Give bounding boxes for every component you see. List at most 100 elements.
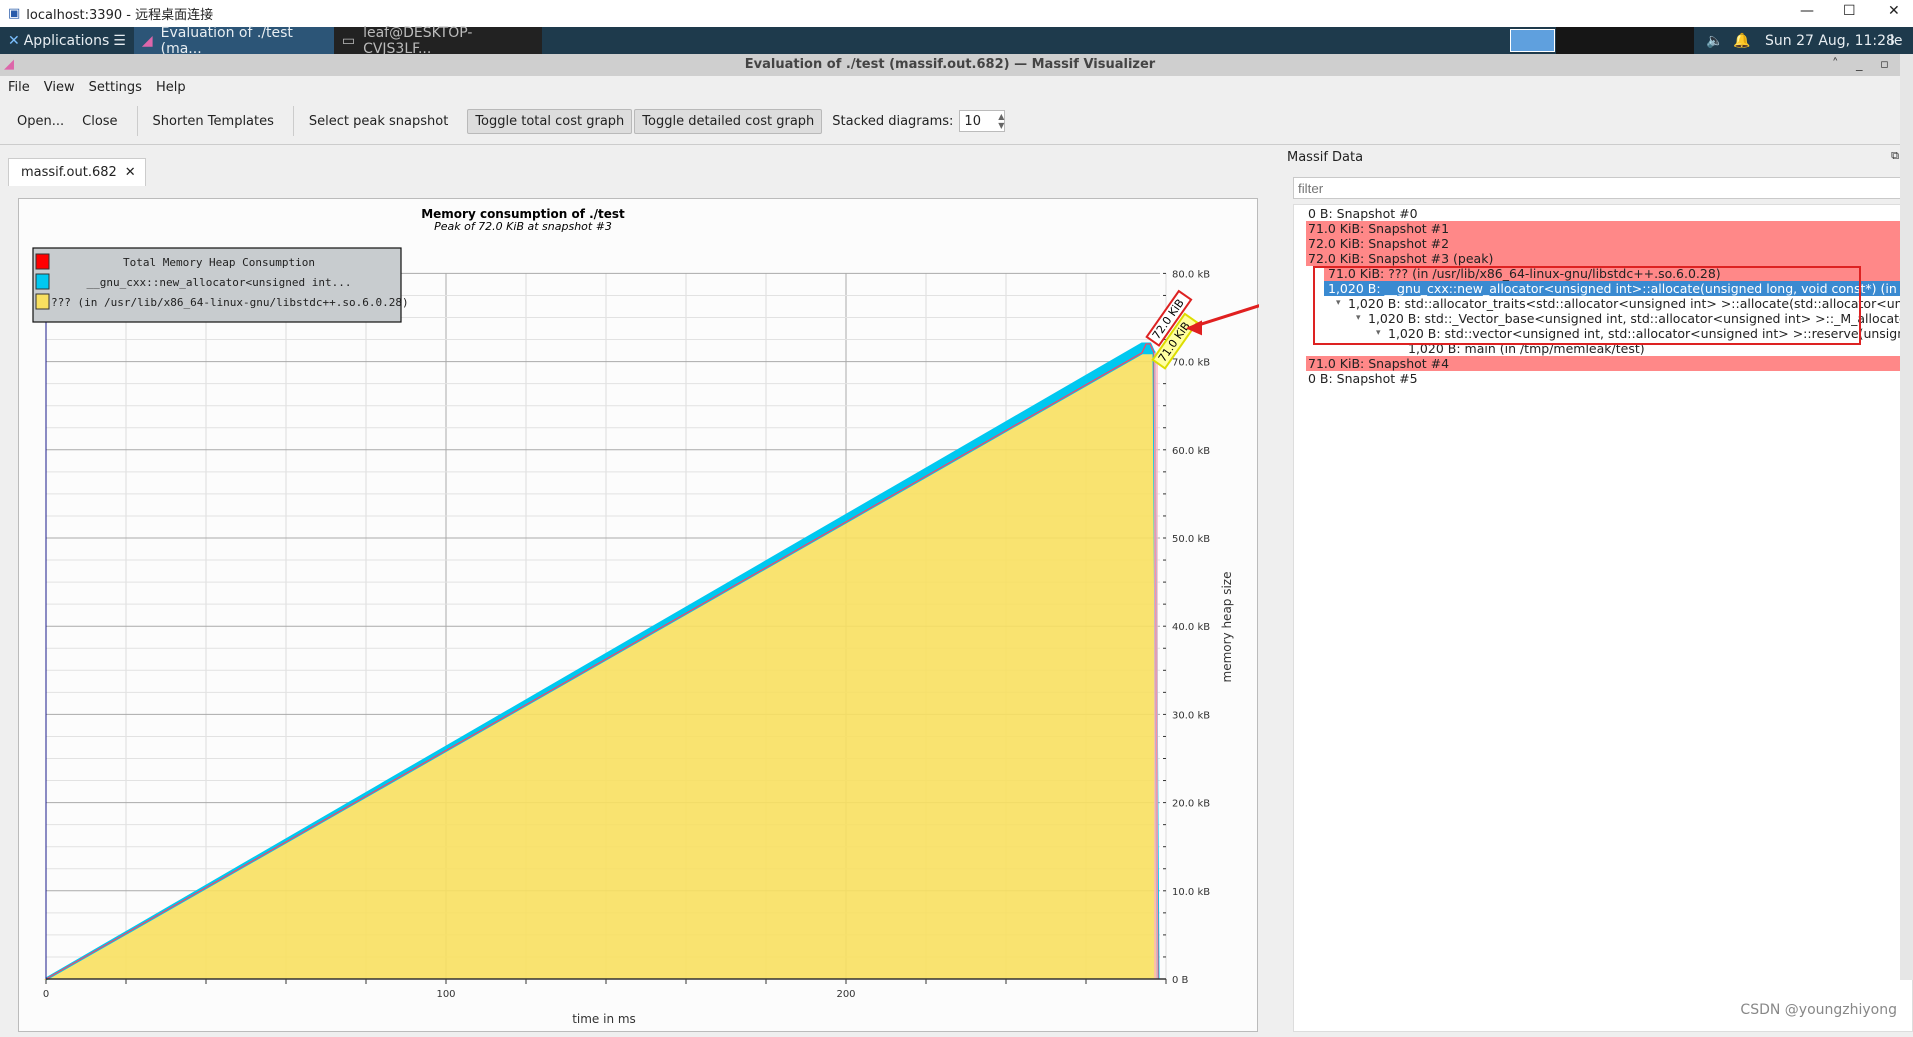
menu-help[interactable]: Help [156,80,186,95]
clock[interactable]: Sun 27 Aug, 11:28 [1765,33,1895,49]
tree-row[interactable]: ▾ 1,020 B: std::allocator_traits<std::all… [1294,296,1907,311]
y-tick-label: 50.0 kB [1172,534,1210,545]
y-tick-label: 20.0 kB [1172,799,1210,810]
panel-title: Massif Data [1287,150,1364,165]
tree-row-label: 0 B: Snapshot #5 [1308,371,1418,386]
massif-icon: ◢ [141,32,153,49]
legend-swatch [35,253,50,270]
toggle-total-button[interactable]: Toggle total cost graph [467,108,633,134]
maximize-icon[interactable]: ☐ [1843,3,1856,19]
volume-muted-icon[interactable]: 🔈 [1706,33,1723,49]
legend-label: __gnu_cxx::new_allocator<unsigned int... [87,276,352,289]
tree-row[interactable]: 71.0 KiB: Snapshot #4 [1306,356,1907,371]
y-tick-label: 60.0 kB [1172,446,1210,457]
applications-menu[interactable]: ✕ Applications ☰ [0,27,134,54]
user-label[interactable]: le [1890,33,1903,49]
chart-subtitle: Peak of 72.0 KiB at snapshot #3 [434,220,612,233]
collapse-icon[interactable]: ▾ [1376,326,1381,341]
y-tick-label: 40.0 kB [1172,622,1210,633]
task-terminal[interactable]: ▭ leaf@DESKTOP-CVJS3LF... [333,25,542,57]
tree-row[interactable]: 0 B: Snapshot #0 [1294,206,1907,221]
tree-row[interactable]: 0 B: Snapshot #5 [1294,371,1907,386]
tree-row-label: 1,020 B: std::allocator_traits<std::allo… [1348,296,1907,311]
scrollbar[interactable] [1900,54,1913,980]
tree-row[interactable]: 1,020 B: main (in /tmp/memleak/test) [1294,341,1907,356]
shorten-templates-button[interactable]: Shorten Templates [146,110,281,133]
tree-row[interactable]: 71.0 KiB: Snapshot #1 [1306,221,1907,236]
close-icon[interactable]: ✕ [1888,3,1900,19]
tree-row[interactable]: ▾1,020 B: __gnu_cxx::new_allocator<unsig… [1324,281,1907,296]
workspace-switcher[interactable] [1556,27,1694,54]
legend-label: Total Memory Heap Consumption [123,256,315,269]
tab-massif-out[interactable]: massif.out.682 ✕ [8,158,146,186]
tree-row-label: 71.0 KiB: ??? (in /usr/lib/x86_64-linux-… [1328,266,1721,281]
terminal-icon: ▭ [341,32,356,49]
legend: Total Memory Heap Consumption__gnu_cxx::… [32,247,409,323]
toggle-detailed-button[interactable]: Toggle detailed cost graph [634,108,823,134]
tree-row[interactable]: 72.0 KiB: Snapshot #2 [1306,236,1907,251]
app-titlebar: ◢ Evaluation of ./test (massif.out.682) … [0,54,1900,76]
tree-row[interactable]: ▾ 1,020 B: std::_Vector_base<unsigned int… [1294,311,1907,326]
menubar: File View Settings Help [0,76,1900,98]
stacked-diagrams-spinbox[interactable]: 10 ▲ ▼ [959,110,1006,132]
collapse-icon[interactable]: ▾ [1356,311,1361,326]
menu-settings[interactable]: Settings [89,80,142,95]
tree-row-label: 71.0 KiB: Snapshot #4 [1308,356,1450,371]
tree-row[interactable]: ▾ 1,020 B: std::vector<unsigned int, std:… [1294,326,1907,341]
collapse-icon[interactable]: ▾ [1336,296,1341,311]
stacked-label: Stacked diagrams: [832,113,954,129]
rdp-title: localhost:3390 - 远程桌面连接 [26,8,214,23]
memory-chart[interactable]: 0 100 200 0 B 10.0 kB 20.0 kB 30.0 kB 40.0 kB 50… [19,199,1297,1033]
float-panel-icon[interactable]: ⧉ [1891,149,1899,163]
maximize-window-icon[interactable]: ▫ [1880,54,1889,76]
app-icon: ◢ [4,57,14,72]
bell-icon[interactable]: 🔔 [1733,33,1750,49]
tree-row-label: 1,020 B: std::vector<unsigned int, std::… [1388,326,1907,341]
chart-title: Memory consumption of ./test [421,207,625,221]
close-tab-icon[interactable]: ✕ [125,165,136,180]
tree-row-label: 1,020 B: std::_Vector_base<unsigned int,… [1368,311,1907,326]
legend-swatch [35,293,50,310]
toolbar: Open... Close Shorten Templates Select p… [0,98,1900,145]
x-tick-label: 200 [836,989,855,1000]
y-tick-label: 70.0 kB [1172,358,1210,369]
y-tick-label: 10.0 kB [1172,887,1210,898]
tree-row-label: 72.0 KiB: Snapshot #3 (peak) [1308,251,1494,266]
tree-row-label: 0 B: Snapshot #0 [1308,206,1418,221]
area-total-tail [1154,352,1158,979]
rdp-titlebar: ▣ localhost:3390 - 远程桌面连接 — ☐ ✕ [0,0,1913,27]
filter-input[interactable] [1293,177,1906,199]
select-peak-button[interactable]: Select peak snapshot [302,110,455,133]
x-axis-label: time in ms [572,1012,636,1026]
minimize-window-icon[interactable]: _ [1856,54,1863,76]
separator [292,106,294,136]
spin-arrows-icon[interactable]: ▲ ▼ [998,112,1004,130]
tree-row-label: 1,020 B: __gnu_cxx::new_allocator<unsign… [1328,281,1907,296]
y-tick-label: 0 B [1172,975,1189,986]
y-tick-label: 80.0 kB [1172,269,1210,280]
tree-row[interactable]: ▾72.0 KiB: Snapshot #3 (peak) [1306,251,1907,266]
y-axis-label: memory heap size [1220,572,1234,683]
snapshot-tree: 0 B: Snapshot #0 71.0 KiB: Snapshot #1 72.… [1293,204,1913,1032]
rdp-icon: ▣ [8,6,21,21]
close-button[interactable]: Close [75,110,124,133]
tree-row-label: 72.0 KiB: Snapshot #2 [1308,236,1450,251]
separator [136,106,138,136]
minimize-icon[interactable]: — [1800,3,1814,19]
legend-swatch [35,273,50,290]
x-tick-label: 100 [436,989,455,1000]
massif-data-panel: Massif Data ⧉ 0 B: Snapshot #071.0 KiB: … [1287,145,1913,1032]
tree-row-label: 1,020 B: main (in /tmp/memleak/test) [1408,341,1645,356]
shade-icon[interactable]: ˄ [1832,54,1839,76]
open-button[interactable]: Open... [10,110,71,133]
workspace-1[interactable] [1510,29,1555,52]
watermark: CSDN @youngzhiyong [1740,1002,1897,1018]
task-massif[interactable]: ◢ Evaluation of ./test (ma... [133,25,334,57]
x-tick-label: 0 [43,989,49,1000]
menu-view[interactable]: View [44,80,75,95]
legend-label: ??? (in /usr/lib/x86_64-linux-gnu/libstd… [51,296,409,309]
tree-row-label: 71.0 KiB: Snapshot #1 [1308,221,1450,236]
tree-row[interactable]: ▸71.0 KiB: ??? (in /usr/lib/x86_64-linux… [1324,266,1907,281]
menu-file[interactable]: File [8,80,30,95]
y-tick-label: 30.0 kB [1172,710,1210,721]
